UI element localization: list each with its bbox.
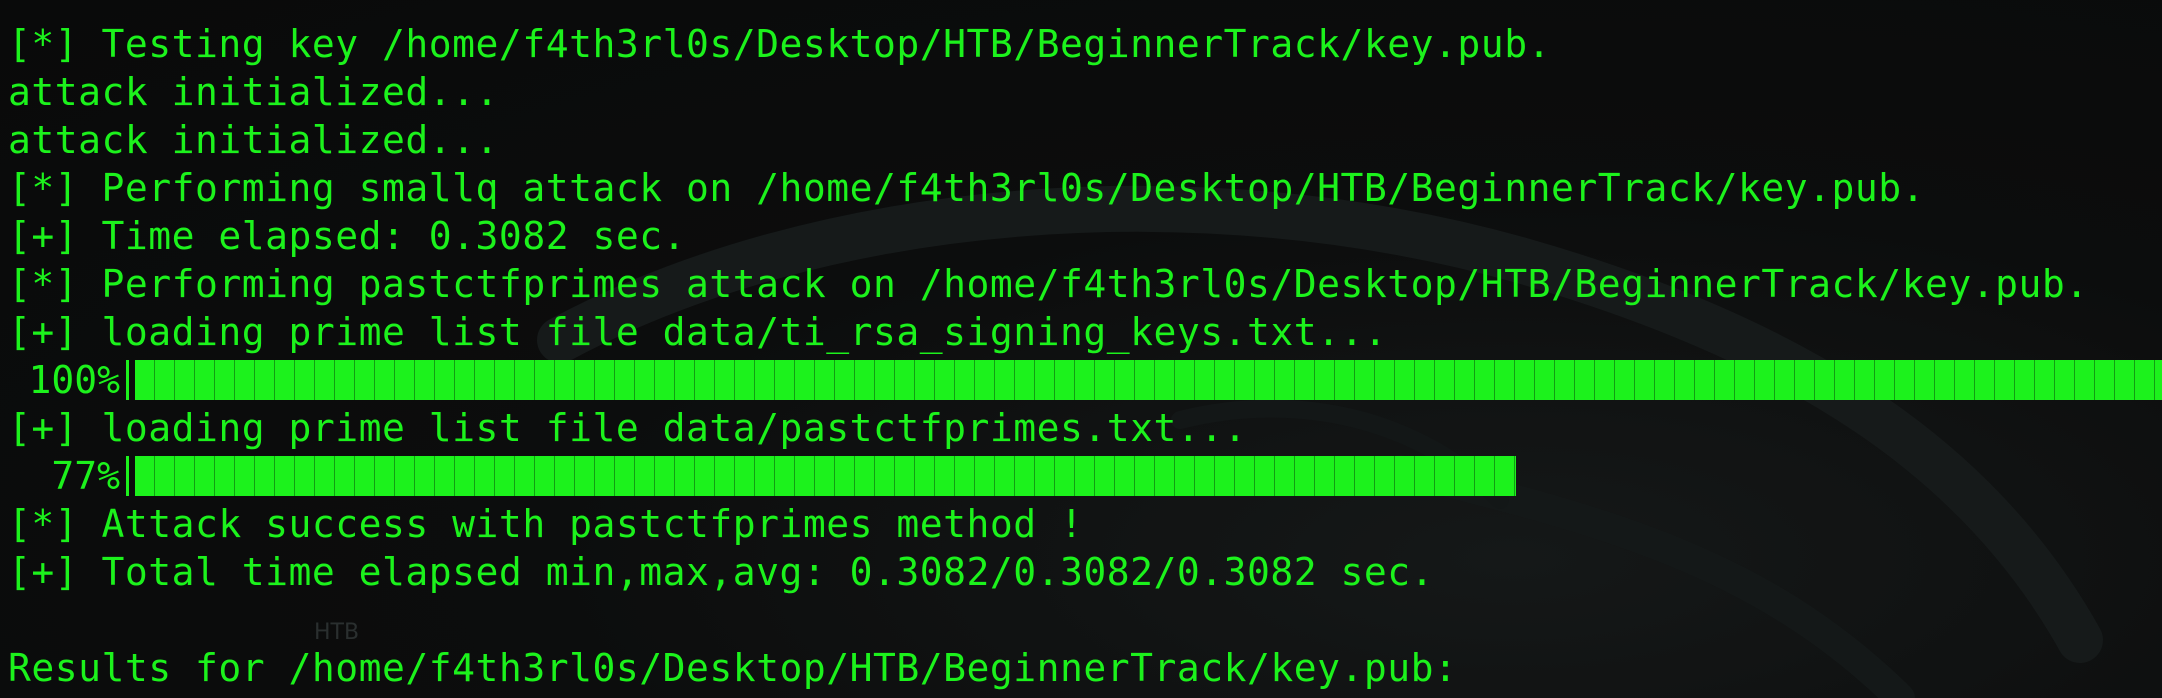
output-line: [+] Total time elapsed min,max,avg: 0.30… [8,550,1435,594]
progress-bar [126,456,2162,496]
output-line: [+] loading prime list file data/ti_rsa_… [8,310,1388,354]
output-line: [*] Performing pastctfprimes attack on /… [8,262,2089,306]
progress-percent: 77% [51,454,120,498]
output-line: [*] Performing smallq attack on /home/f4… [8,166,1925,210]
terminal-window[interactable]: HTB [*] Testing key /home/f4th3rl0s/Desk… [0,0,2162,698]
output-line: Results for /home/f4th3rl0s/Desktop/HTB/… [8,646,1458,690]
progress-fill [135,360,2162,400]
progress-row: 100% [8,356,2162,404]
output-line: attack initialized... [8,70,499,114]
progress-row: 77% [8,452,2162,500]
terminal-output: [*] Testing key /home/f4th3rl0s/Desktop/… [8,20,2162,692]
output-line: [+] loading prime list file data/pastctf… [8,406,1248,450]
output-line: attack initialized... [8,118,499,162]
progress-percent: 100% [28,358,120,402]
output-line: [*] Testing key /home/f4th3rl0s/Desktop/… [8,22,1551,66]
progress-fill [135,456,1516,496]
output-line: [+] Time elapsed: 0.3082 sec. [8,214,686,258]
progress-bar [126,360,2162,400]
output-line: [*] Attack success with pastctfprimes me… [8,502,1084,546]
